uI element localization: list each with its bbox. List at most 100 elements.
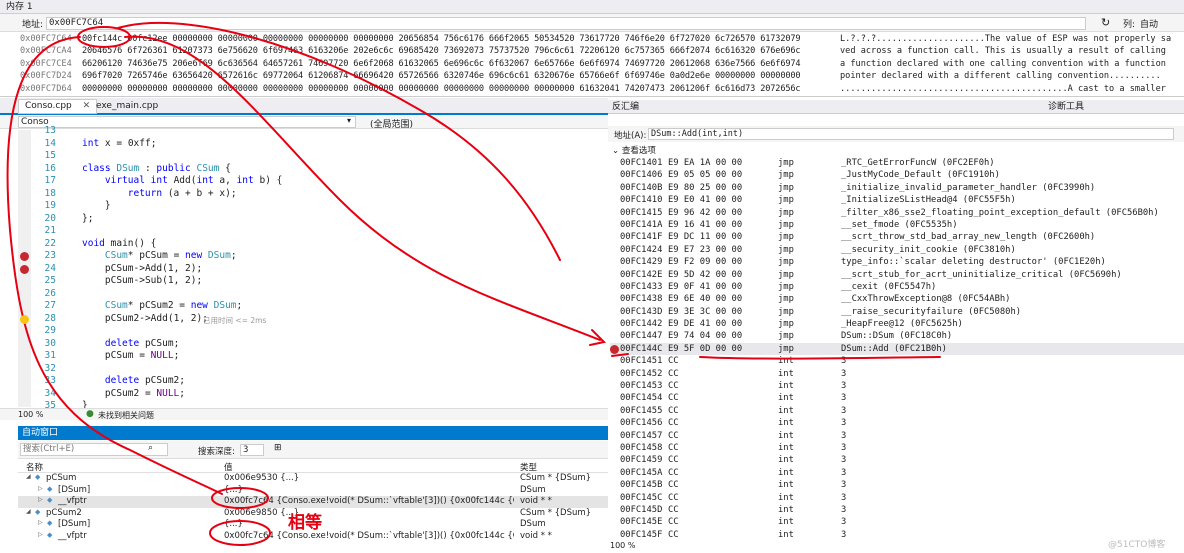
- pin-icon[interactable]: ⊞: [274, 443, 282, 453]
- expand-down-icon[interactable]: ◢: [26, 508, 31, 515]
- disasm-opcode: jmp: [778, 281, 794, 292]
- code-area[interactable]: 13 14 int x = 0xff; 15 16 class DSum : public…: [32, 125, 608, 411]
- code-line[interactable]: 27 CSum* pCSum2 = new DSum;: [32, 300, 608, 313]
- disasm-row[interactable]: 00FC140B E9 80 25 00 00 jmp _initialize_inv…: [610, 182, 1184, 194]
- disasm-row[interactable]: 00FC1455 CC int 3: [610, 405, 1184, 417]
- disasm-row[interactable]: 00FC1429 E9 F2 09 00 00 jmp type_info::`sca…: [610, 256, 1184, 268]
- code-line[interactable]: 17 virtual int Add(int a, int b) {: [32, 175, 608, 188]
- autos-search-input[interactable]: 搜索(Ctrl+E): [20, 443, 168, 456]
- disasm-row[interactable]: 00FC145D CC int 3: [610, 504, 1184, 516]
- disasm-row[interactable]: 00FC1438 E9 6E 40 00 00 jmp __CxxThrowExcep…: [610, 293, 1184, 305]
- code-line[interactable]: 23 CSum* pCSum = new DSum;: [32, 250, 608, 263]
- col-type-header[interactable]: 类型: [520, 461, 537, 473]
- code-line[interactable]: 21: [32, 225, 608, 238]
- code-line[interactable]: 34 pCSum2 = NULL;: [32, 388, 608, 401]
- disasm-row[interactable]: 00FC1454 CC int 3: [610, 392, 1184, 404]
- memory-address-input[interactable]: 0x00FC7C64: [46, 17, 1086, 30]
- expand-right-icon[interactable]: ▷: [38, 485, 43, 492]
- code-line[interactable]: 26: [32, 288, 608, 301]
- autos-value[interactable]: 0x006e9850 {...}: [224, 508, 514, 518]
- disasm-address-input[interactable]: DSum::Add(int,int): [648, 128, 1174, 140]
- refresh-icon[interactable]: ↻: [1101, 16, 1110, 29]
- tab-conso-cpp[interactable]: Conso.cpp ✕: [18, 99, 98, 114]
- col-value-header[interactable]: 值: [224, 461, 233, 473]
- code-line[interactable]: 16 class DSum : public CSum {: [32, 163, 608, 176]
- disasm-row[interactable]: 00FC1442 E9 DE 41 00 00 jmp _HeapFree@12 (0…: [610, 318, 1184, 330]
- disasm-row[interactable]: 00FC1424 E9 E7 23 00 00 jmp __security_init…: [610, 244, 1184, 256]
- disasm-row[interactable]: 00FC1406 E9 05 05 00 00 jmp _JustMyCode_Def…: [610, 169, 1184, 181]
- autos-value[interactable]: 0x006e9530 {...}: [224, 473, 514, 483]
- code-line[interactable]: 31 pCSum = NULL;: [32, 350, 608, 363]
- disasm-row[interactable]: 00FC145F CC int 3: [610, 529, 1184, 541]
- autos-value[interactable]: 0x00fc7c64 {Conso.exe!void(* DSum::`vfta…: [224, 531, 514, 541]
- disasm-row[interactable]: 00FC1401 E9 EA 1A 00 00 jmp _RTC_GetErrorFu…: [610, 157, 1184, 169]
- disasm-row[interactable]: 00FC1456 CC int 3: [610, 417, 1184, 429]
- disasm-row[interactable]: 00FC144C E9 5F 0D 00 00 jmp DSum::Add (0FC2…: [610, 342, 1184, 356]
- view-options[interactable]: ⌄ 查看选项: [612, 144, 656, 156]
- chevron-down-icon[interactable]: ▾: [347, 116, 351, 125]
- memory-row[interactable]: 0x00FC7CA4 20646576 6f726361 61207373 6e7…: [20, 45, 1184, 57]
- memory-row[interactable]: 0x00FC7C64 00fc144c 00fc12ee 00000000 000…: [20, 33, 1184, 45]
- code-line[interactable]: 29: [32, 325, 608, 338]
- disasm-row[interactable]: 00FC1457 CC int 3: [610, 430, 1184, 442]
- code-line[interactable]: 15: [32, 150, 608, 163]
- editor-zoom[interactable]: 100 %: [18, 410, 43, 419]
- breakpoint-icon[interactable]: [610, 344, 619, 354]
- disasm-row[interactable]: 00FC1451 CC int 3: [610, 355, 1184, 367]
- code-line[interactable]: 33 delete pCSum2;: [32, 375, 608, 388]
- diagnostics-tab[interactable]: 诊断工具: [1048, 100, 1084, 114]
- expand-right-icon[interactable]: ▷: [38, 496, 43, 503]
- disasm-row[interactable]: 00FC1415 E9 96 42 00 00 jmp _filter_x86_sse…: [610, 207, 1184, 219]
- memory-row[interactable]: 0x00FC7D24 696f7020 7265746e 63656420 657…: [20, 70, 1184, 82]
- code-line[interactable]: 24 pCSum->Add(1, 2);: [32, 263, 608, 276]
- memory-columns-select[interactable]: 自动: [1140, 17, 1158, 30]
- disasm-row[interactable]: 00FC145E CC int 3: [610, 516, 1184, 528]
- autos-value[interactable]: {...}: [224, 485, 514, 495]
- autos-row[interactable]: ▷ ◆ [DSum] {...} DSum: [18, 485, 608, 497]
- disasm-row[interactable]: 00FC1453 CC int 3: [610, 380, 1184, 392]
- search-depth-select[interactable]: 3: [240, 444, 264, 456]
- disasm-zoom[interactable]: 100 %: [610, 541, 635, 550]
- disasm-row[interactable]: 00FC1459 CC int 3: [610, 454, 1184, 466]
- disasm-title: 反汇编: [612, 102, 640, 112]
- autos-value[interactable]: {...}: [224, 519, 514, 529]
- current-line-arrow-icon[interactable]: [20, 314, 29, 324]
- disasm-row[interactable]: 00FC141F E9 DC 11 00 00 jmp __scrt_throw_st…: [610, 231, 1184, 243]
- tab-exe-main-cpp[interactable]: exe_main.cpp: [96, 101, 158, 111]
- disasm-row[interactable]: 00FC1410 E9 E0 41 00 00 jmp _InitializeSLis…: [610, 194, 1184, 206]
- disasm-row[interactable]: 00FC1458 CC int 3: [610, 442, 1184, 454]
- disasm-bytes: E9 0F 41 00 00: [668, 281, 743, 292]
- disasm-row[interactable]: 00FC1447 E9 74 04 00 00 jmp DSum::DSum (0FC…: [610, 330, 1184, 342]
- disasm-row[interactable]: 00FC145C CC int 3: [610, 492, 1184, 504]
- disasm-row[interactable]: 00FC143D E9 3E 3C 00 00 jmp __raise_securit…: [610, 306, 1184, 318]
- expand-down-icon[interactable]: ◢: [26, 473, 31, 480]
- disasm-row[interactable]: 00FC1452 CC int 3: [610, 368, 1184, 380]
- memory-row[interactable]: 0x00FC7CE4 66206120 74636e75 206e6f69 6c6…: [20, 58, 1184, 70]
- disasm-row[interactable]: 00FC145B CC int 3: [610, 479, 1184, 491]
- disasm-row[interactable]: 00FC1433 E9 0F 41 00 00 jmp __cexit (0FC554…: [610, 281, 1184, 293]
- autos-value[interactable]: 0x00fc7c64 {Conso.exe!void(* DSum::`vfta…: [224, 496, 514, 506]
- code-line[interactable]: 30 delete pCSum;: [32, 338, 608, 351]
- expand-right-icon[interactable]: ▷: [38, 519, 43, 526]
- search-icon[interactable]: ⌕: [148, 443, 153, 453]
- disasm-row[interactable]: 00FC141A E9 16 41 00 00 jmp __set_fmode (0F…: [610, 219, 1184, 231]
- disasm-row[interactable]: 00FC142E E9 5D 42 00 00 jmp __scrt_stub_for…: [610, 269, 1184, 281]
- code-line[interactable]: 32: [32, 363, 608, 376]
- col-name-header[interactable]: 名称: [26, 461, 43, 473]
- breakpoint-icon[interactable]: [20, 252, 29, 261]
- autos-row[interactable]: ▷ ◆ __vfptr 0x00fc7c64 {Conso.exe!void(* DS…: [18, 496, 608, 508]
- close-icon[interactable]: ✕: [83, 101, 91, 111]
- code-line[interactable]: 14 int x = 0xff;: [32, 138, 608, 151]
- autos-row[interactable]: ◢ ◆ pCSum 0x006e9530 {...} CSum * {DSum}: [18, 473, 608, 485]
- code-line[interactable]: 25 pCSum->Sub(1, 2);: [32, 275, 608, 288]
- code-line[interactable]: 18 return (a + b + x);: [32, 188, 608, 201]
- code-line[interactable]: 28 pCSum2->Add(1, 2);: [32, 313, 608, 326]
- code-line[interactable]: 13: [32, 125, 608, 138]
- code-line[interactable]: 20};: [32, 213, 608, 226]
- code-line[interactable]: 22 void main() {: [32, 238, 608, 251]
- expand-right-icon[interactable]: ▷: [38, 531, 43, 538]
- code-line[interactable]: 19 }: [32, 200, 608, 213]
- memory-row[interactable]: 0x00FC7D64 00000000 00000000 00000000 000…: [20, 83, 1184, 95]
- disasm-row[interactable]: 00FC145A CC int 3: [610, 467, 1184, 479]
- breakpoint-icon[interactable]: [20, 264, 29, 274]
